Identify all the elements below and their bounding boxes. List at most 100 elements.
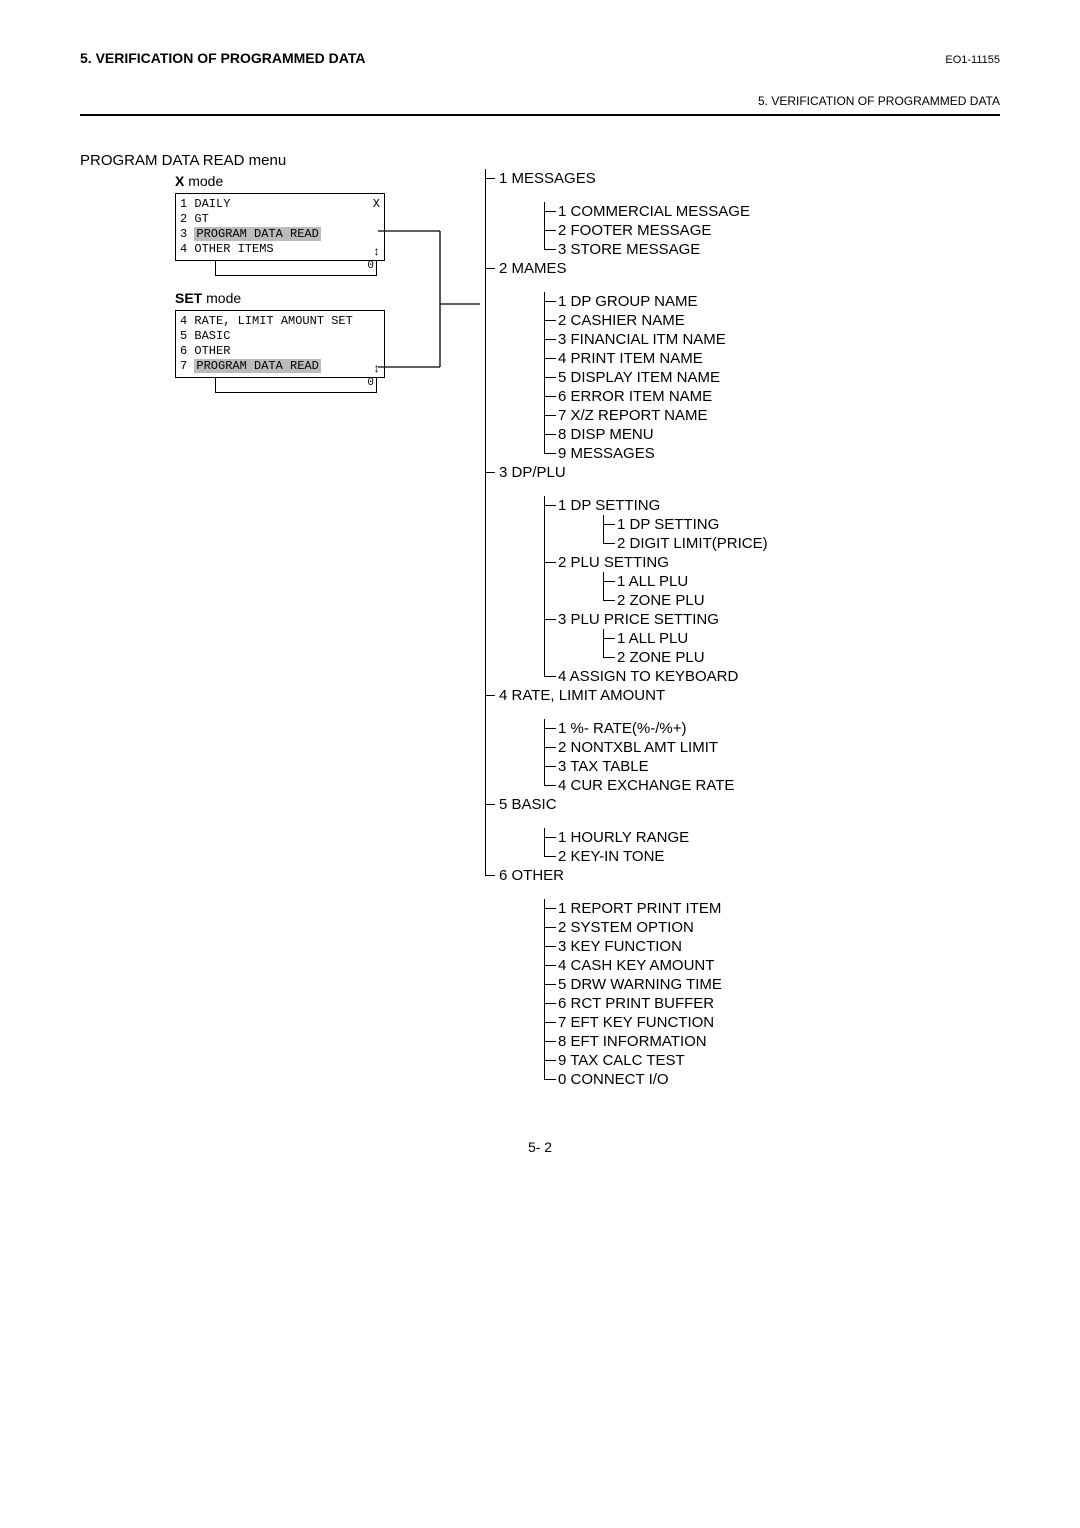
tree-node: 1 COMMERCIAL MESSAGE xyxy=(544,202,768,221)
tree-node-label: 8 DISP MENU xyxy=(558,426,654,443)
tree-node-label: 1 HOURLY RANGE xyxy=(558,829,689,846)
set-mode-menu: 4 RATE, LIMIT AMOUNT SET5 BASIC6 OTHER7 … xyxy=(175,310,385,378)
tree-node-label: 2 FOOTER MESSAGE xyxy=(558,222,711,239)
tree-node-label: 6 RCT PRINT BUFFER xyxy=(558,995,714,1012)
tree-node: 7 X/Z REPORT NAME xyxy=(544,406,768,425)
tree-node-label: 8 EFT INFORMATION xyxy=(558,1033,707,1050)
tree-node-label: 5 DRW WARNING TIME xyxy=(558,976,722,993)
tree-node-label: 3 TAX TABLE xyxy=(558,758,649,775)
tree-node: 4 PRINT ITEM NAME xyxy=(544,349,768,368)
tree-node: 9 MESSAGES xyxy=(544,444,768,463)
tree-node: 1 %- RATE(%-/%+) xyxy=(544,719,768,738)
tree-node: 3 DP/PLU 1 DP SETTING 1 DP SETTING 2 DIGIT … xyxy=(485,463,768,686)
menu-row: 4 OTHER ITEMS xyxy=(180,242,380,257)
tree-node: 1 ALL PLU xyxy=(603,572,768,591)
tree-node: 3 TAX TABLE xyxy=(544,757,768,776)
tree-node-label: 7 X/Z REPORT NAME xyxy=(558,407,707,424)
tree-node: 3 KEY FUNCTION xyxy=(544,937,768,956)
tree-node: 5 DISPLAY ITEM NAME xyxy=(544,368,768,387)
document-code: EO1-11155 xyxy=(945,54,1000,66)
tree-node: 6 OTHER 1 REPORT PRINT ITEM2 SYSTEM OPTIO… xyxy=(485,866,768,1089)
tree-node: 2 CASHIER NAME xyxy=(544,311,768,330)
menu-row: 5 BASIC xyxy=(180,329,380,344)
tree-node-label: 1 DP SETTING xyxy=(617,516,719,533)
tree-node-label: 3 KEY FUNCTION xyxy=(558,938,682,955)
tree-node: 4 RATE, LIMIT AMOUNT 1 %- RATE(%-/%+) 2 NO… xyxy=(485,686,768,795)
tree-node: 5 BASIC1 HOURLY RANGE2 KEY-IN TONE xyxy=(485,795,768,866)
tree-node-label: 3 STORE MESSAGE xyxy=(558,241,700,258)
tree-node-label: 2 KEY-IN TONE xyxy=(558,848,664,865)
set-mode-label: SET mode xyxy=(175,290,385,306)
tree-node-label: 4 CASH KEY AMOUNT xyxy=(558,957,714,974)
tree-node-label: 1 %- RATE(%-/%+) xyxy=(558,720,687,737)
tree-node-label: 1 COMMERCIAL MESSAGE xyxy=(558,203,750,220)
tree-node: 3 PLU PRICE SETTING 1 ALL PLU 2 ZONE PLU xyxy=(544,610,768,667)
tree-node: 3 STORE MESSAGE xyxy=(544,240,768,259)
tree-node: 9 TAX CALC TEST xyxy=(544,1051,768,1070)
tree-node: 5 DRW WARNING TIME xyxy=(544,975,768,994)
tree-node: 3 FINANCIAL ITM NAME xyxy=(544,330,768,349)
tree-node: 4 CASH KEY AMOUNT xyxy=(544,956,768,975)
tree-node: 2 ZONE PLU xyxy=(603,591,768,610)
tree-node-label: 6 OTHER xyxy=(499,866,768,885)
tree-node-label: 1 DP GROUP NAME xyxy=(558,293,697,310)
section-title: PROGRAM DATA READ menu xyxy=(80,152,1000,169)
tree-node-label: 2 ZONE PLU xyxy=(617,649,705,666)
menu-tree: 1 MESSAGES 1 COMMERCIAL MESSAGE 2 FOOTER M… xyxy=(485,169,768,1089)
tree-node-label: 1 MESSAGES xyxy=(499,169,768,188)
tree-node: 6 RCT PRINT BUFFER xyxy=(544,994,768,1013)
tree-node: 1 DP SETTING xyxy=(603,515,768,534)
tree-node-label: 5 DISPLAY ITEM NAME xyxy=(558,369,720,386)
set-mode-scrollbar: 0 xyxy=(215,378,377,393)
tree-node: 2 ZONE PLU xyxy=(603,648,768,667)
menu-row: 4 RATE, LIMIT AMOUNT SET xyxy=(180,314,380,329)
tree-node: 2 NONTXBL AMT LIMIT xyxy=(544,738,768,757)
menu-row: 7 PROGRAM DATA READ xyxy=(180,359,380,374)
header-rule xyxy=(80,114,1000,116)
tree-node: 7 EFT KEY FUNCTION xyxy=(544,1013,768,1032)
tree-node: 1 MESSAGES 1 COMMERCIAL MESSAGE 2 FOOTER M… xyxy=(485,169,768,259)
tree-node-label: 9 MESSAGES xyxy=(558,445,655,462)
tree-node: 2 FOOTER MESSAGE xyxy=(544,221,768,240)
tree-node: 0 CONNECT I/O xyxy=(544,1070,768,1089)
tree-node: 2 MAMES 1 DP GROUP NAME2 CASHIER NAME3 FI… xyxy=(485,259,768,463)
tree-node-label: 4 CUR EXCHANGE RATE xyxy=(558,777,734,794)
scroll-arrows-icon: ↕ xyxy=(373,246,380,258)
tree-node-label: 3 DP/PLU xyxy=(499,463,768,482)
scroll-zero: 0 xyxy=(367,377,374,389)
tree-node-label: 4 ASSIGN TO KEYBOARD xyxy=(558,668,738,685)
tree-node: 8 EFT INFORMATION xyxy=(544,1032,768,1051)
tree-node-label: 3 FINANCIAL ITM NAME xyxy=(558,331,726,348)
tree-node: 2 SYSTEM OPTION xyxy=(544,918,768,937)
running-header: 5. VERIFICATION OF PROGRAMMED DATA xyxy=(80,94,1000,108)
tree-node: 1 REPORT PRINT ITEM xyxy=(544,899,768,918)
tree-node: 6 ERROR ITEM NAME xyxy=(544,387,768,406)
page-number: 5- 2 xyxy=(80,1139,1000,1155)
tree-node-label: 1 DP SETTING xyxy=(558,497,660,514)
tree-node: 1 DP GROUP NAME xyxy=(544,292,768,311)
tree-node-label: 4 PRINT ITEM NAME xyxy=(558,350,703,367)
menu-row: 3 PROGRAM DATA READ xyxy=(180,227,380,242)
tree-node: 4 ASSIGN TO KEYBOARD xyxy=(544,667,768,686)
tree-node-label: 2 PLU SETTING xyxy=(558,554,669,571)
header-title: 5. VERIFICATION OF PROGRAMMED DATA xyxy=(80,50,365,66)
tree-node-label: 6 ERROR ITEM NAME xyxy=(558,388,712,405)
tree-node-label: 1 REPORT PRINT ITEM xyxy=(558,900,721,917)
tree-node-label: 2 NONTXBL AMT LIMIT xyxy=(558,739,718,756)
tree-node: 2 KEY-IN TONE xyxy=(544,847,768,866)
tree-node-label: 4 RATE, LIMIT AMOUNT xyxy=(499,686,768,705)
tree-node: 2 DIGIT LIMIT(PRICE) xyxy=(603,534,768,553)
tree-node: 8 DISP MENU xyxy=(544,425,768,444)
tree-node-label: 1 ALL PLU xyxy=(617,630,688,647)
tree-node-label: 2 DIGIT LIMIT(PRICE) xyxy=(617,535,768,552)
menu-row: 2 GT xyxy=(180,212,380,227)
tree-node: 1 DP SETTING 1 DP SETTING 2 DIGIT LIMIT(PR… xyxy=(544,496,768,553)
tree-node-label: 9 TAX CALC TEST xyxy=(558,1052,685,1069)
tree-node: 4 CUR EXCHANGE RATE xyxy=(544,776,768,795)
tree-node: 1 ALL PLU xyxy=(603,629,768,648)
x-mode-scrollbar: 0 xyxy=(215,261,377,276)
tree-node-label: 7 EFT KEY FUNCTION xyxy=(558,1014,714,1031)
tree-node-label: 1 ALL PLU xyxy=(617,573,688,590)
tree-node-label: 3 PLU PRICE SETTING xyxy=(558,611,719,628)
tree-node-label: 2 MAMES xyxy=(499,259,768,278)
